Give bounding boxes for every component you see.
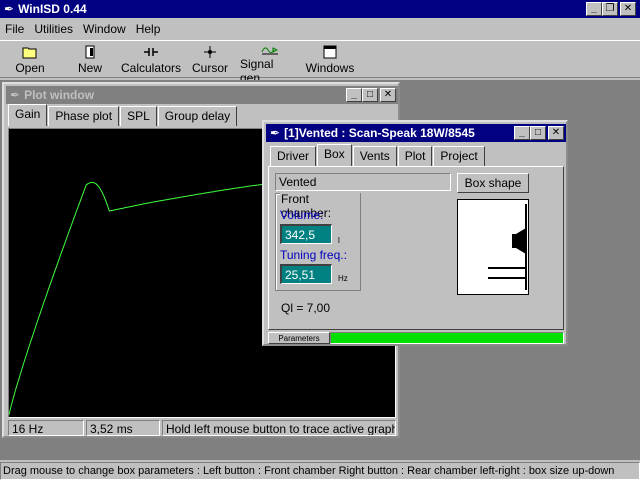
box-window-title: [1]Vented : Scan-Speak 18W/8545 <box>284 126 475 140</box>
plot-window-logo-icon: ✒ <box>10 88 21 102</box>
parameters-label[interactable]: Parameters <box>268 332 330 344</box>
signal-gen-button[interactable]: Signal gen. <box>240 43 300 85</box>
restore-button[interactable]: ❐ <box>602 2 618 16</box>
tuning-freq-label: Tuning freq.: <box>280 248 347 262</box>
status-frequency: 16 Hz <box>8 420 84 436</box>
maximize-icon: □ <box>534 127 542 138</box>
tab-gain[interactable]: Gain <box>8 104 48 126</box>
plot-minimize-button[interactable]: _ <box>346 88 362 102</box>
box-window-title-bar[interactable]: ✒ [1]Vented : Scan-Speak 18W/8545 _ □ ✕ <box>266 124 566 142</box>
status-time: 3,52 ms <box>86 420 160 436</box>
windows-label: Windows <box>305 61 355 75</box>
volume-unit: l <box>338 236 340 245</box>
app-logo-icon: ✒ <box>4 2 15 16</box>
box-tabs: Driver Box Vents Plot Project <box>270 144 486 166</box>
box-type-field: Vented <box>275 173 451 191</box>
tab-group-delay[interactable]: Group delay <box>157 106 238 126</box>
box-shape-button[interactable]: Box shape <box>457 173 529 193</box>
plot-close-button[interactable]: ✕ <box>380 88 396 102</box>
tuning-freq-unit: Hz <box>338 274 348 283</box>
folder-icon <box>22 43 38 61</box>
plot-window-title-bar[interactable]: ✒ Plot window _ □ ✕ <box>6 86 398 104</box>
tab-driver[interactable]: Driver <box>270 146 316 166</box>
new-button[interactable]: New <box>70 43 110 77</box>
minimize-icon: _ <box>519 127 525 138</box>
front-chamber-group: Front chamber: Volume: 342,5 l Tuning fr… <box>275 192 361 291</box>
tuning-freq-input[interactable]: 25,51 <box>280 264 332 284</box>
speaker-box-icon <box>488 204 527 290</box>
minimize-button[interactable]: _ <box>586 2 602 16</box>
minimize-icon: _ <box>591 3 597 14</box>
tab-vents[interactable]: Vents <box>352 146 397 166</box>
close-icon: ✕ <box>551 127 561 138</box>
tab-phase-plot[interactable]: Phase plot <box>48 106 120 126</box>
box-maximize-button[interactable]: □ <box>530 126 546 140</box>
tab-spl[interactable]: SPL <box>120 106 157 126</box>
minimize-icon: _ <box>351 89 357 100</box>
plot-maximize-button[interactable]: □ <box>362 88 378 102</box>
plot-status-bar: 16 Hz 3,52 ms Hold left mouse button to … <box>8 420 396 436</box>
toolbar: Open New Calculators Cursor Signal gen. … <box>0 40 640 85</box>
menu-window[interactable]: Window <box>78 22 131 36</box>
box-minimize-button[interactable]: _ <box>514 126 530 140</box>
parameters-progress <box>330 332 564 344</box>
close-icon: ✕ <box>623 3 633 14</box>
open-button[interactable]: Open <box>8 43 52 77</box>
ql-value: Ql = 7,00 <box>281 301 331 315</box>
box-shape-preview[interactable] <box>457 199 529 295</box>
box-window-logo-icon: ✒ <box>270 126 281 140</box>
windows-button[interactable]: Windows <box>306 43 354 77</box>
volume-input[interactable]: 342,5 <box>280 224 332 244</box>
menu-help[interactable]: Help <box>131 22 166 36</box>
tab-box[interactable]: Box <box>317 144 352 166</box>
tab-project[interactable]: Project <box>433 146 485 166</box>
menu-utilities[interactable]: Utilities <box>29 22 78 36</box>
restore-icon: ❐ <box>605 3 615 14</box>
maximize-icon: □ <box>366 89 374 100</box>
app-title: WinISD 0.44 <box>18 2 87 16</box>
parameters-bar: Parameters <box>268 332 564 344</box>
calculators-button[interactable]: Calculators <box>120 43 182 77</box>
parameters-progress-fill <box>331 333 563 343</box>
plot-tabs: Gain Phase plot SPL Group delay <box>8 104 238 126</box>
box-window: ✒ [1]Vented : Scan-Speak 18W/8545 _ □ ✕ … <box>262 120 568 346</box>
menu-file[interactable]: File <box>0 22 29 36</box>
calculators-label: Calculators <box>120 61 182 75</box>
tab-plot[interactable]: Plot <box>397 146 433 166</box>
open-label: Open <box>15 61 45 75</box>
cursor-button[interactable]: Cursor <box>190 43 230 77</box>
close-icon: ✕ <box>383 89 393 100</box>
volume-label: Volume: <box>280 208 324 222</box>
box-close-button[interactable]: ✕ <box>548 126 564 140</box>
app-title-bar[interactable]: ✒ WinISD 0.44 _ ❐ ✕ <box>0 0 640 18</box>
window-icon <box>323 43 337 61</box>
crosshair-icon <box>202 43 218 61</box>
box-tab-panel: Vented Box shape Front chamber: Volume: … <box>268 166 564 330</box>
signal-generator-icon <box>261 43 279 57</box>
cursor-label: Cursor <box>191 61 228 75</box>
new-document-icon <box>84 43 96 61</box>
calculator-icon <box>143 43 159 61</box>
new-label: New <box>77 61 102 75</box>
status-hint: Hold left mouse button to trace active g… <box>162 420 396 436</box>
app-status-bar: Drag mouse to change box parameters : Le… <box>0 462 640 480</box>
close-button[interactable]: ✕ <box>620 2 636 16</box>
menu-bar: File Utilities Window Help <box>0 20 640 38</box>
plot-window-title: Plot window <box>24 88 95 102</box>
